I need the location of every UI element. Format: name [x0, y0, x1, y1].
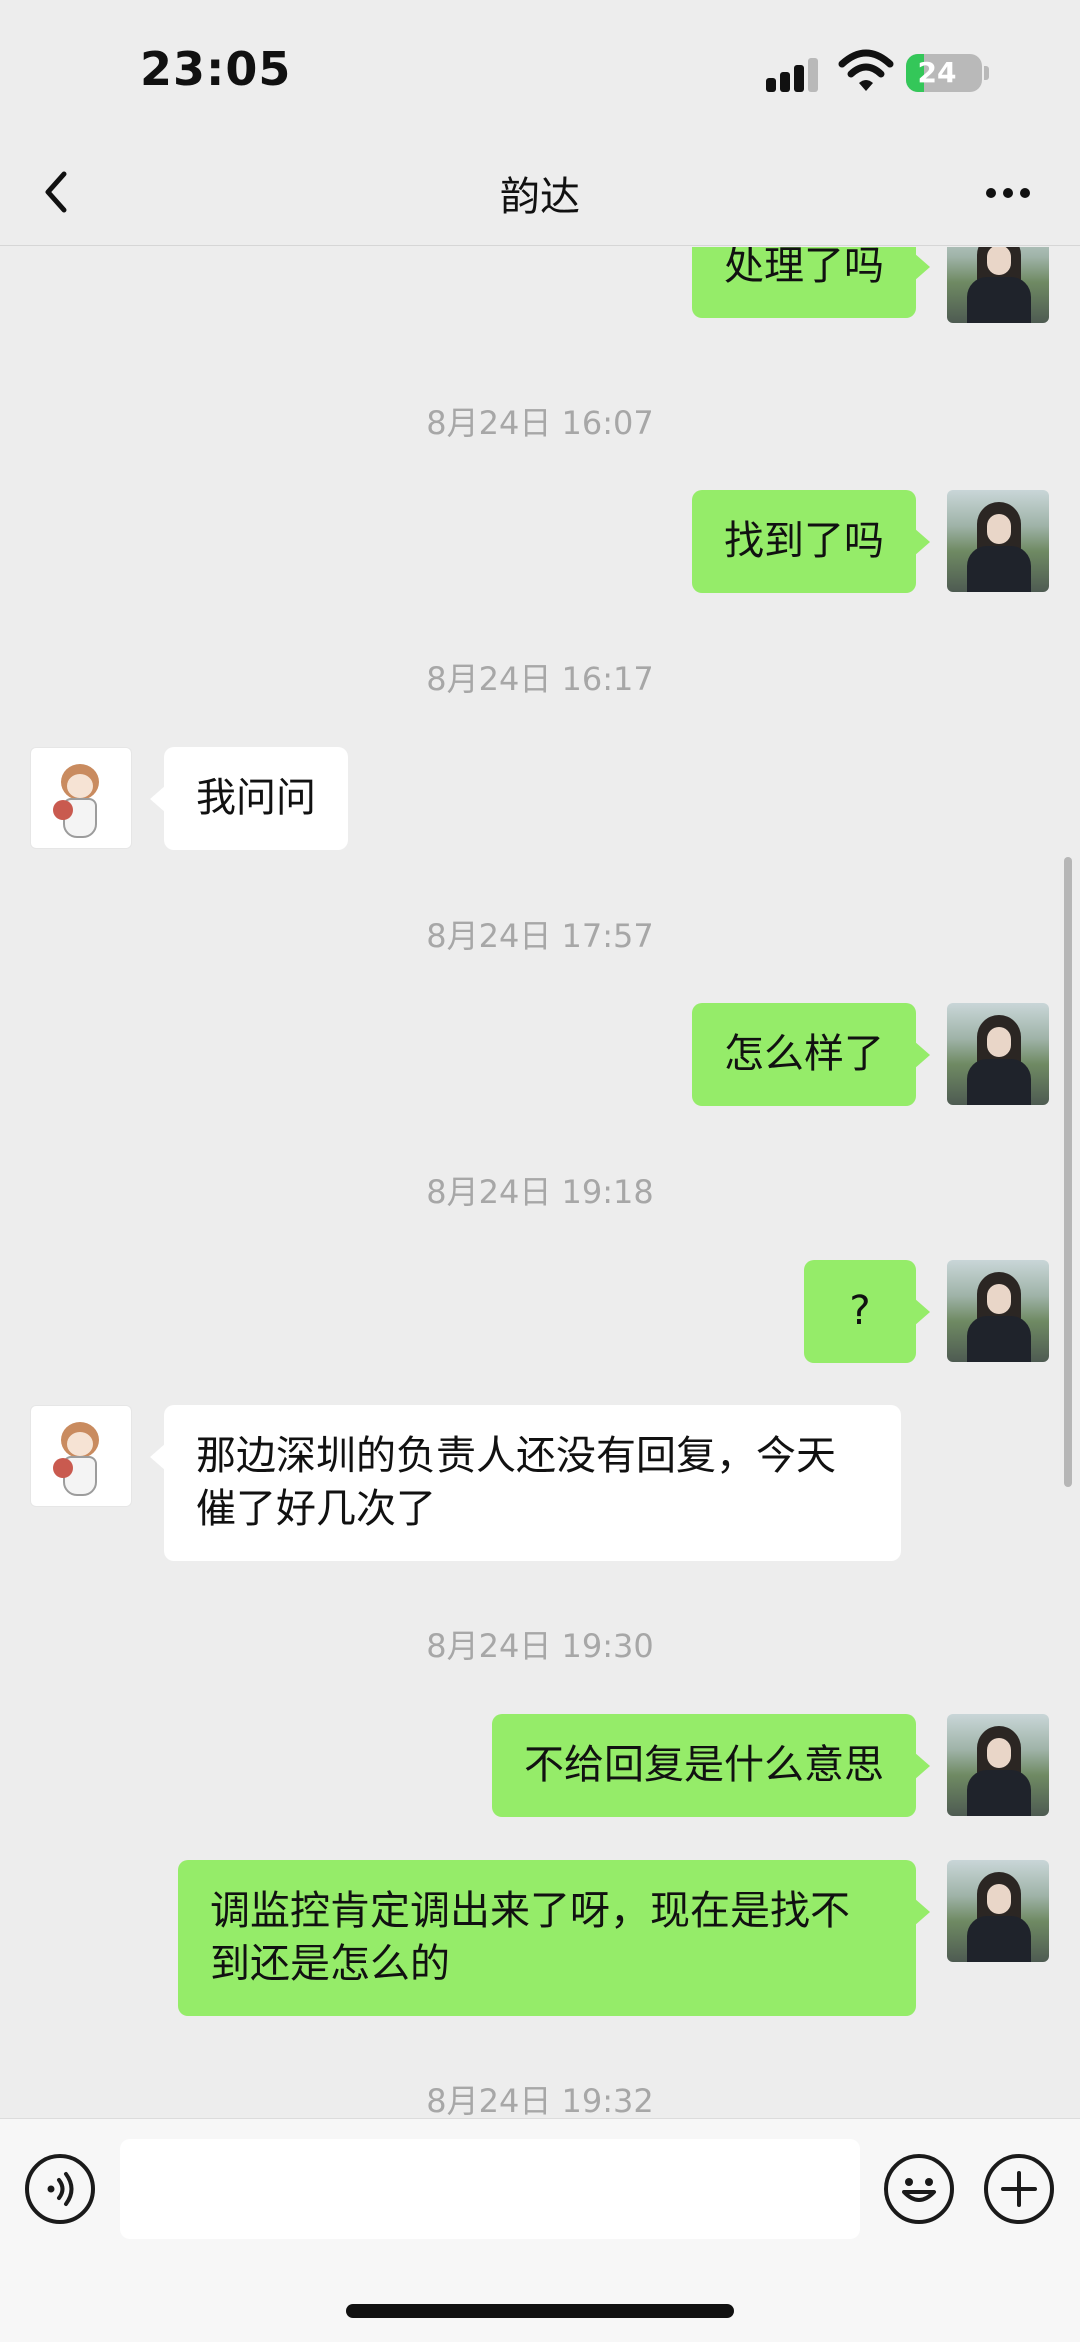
message-timestamp: 8月24日 19:30 — [426, 1627, 654, 1665]
cellular-signal-icon — [766, 58, 822, 92]
more-options-button[interactable] — [978, 170, 1038, 214]
message-timestamp: 8月24日 16:17 — [426, 660, 654, 698]
contact-avatar[interactable] — [30, 747, 132, 849]
message-bubble-sent[interactable]: 调监控肯定调出来了呀，现在是找不到还是怎么的 — [178, 1860, 930, 2016]
voice-icon[interactable] — [25, 2154, 95, 2224]
my-avatar[interactable] — [947, 1003, 1049, 1105]
message-input[interactable] — [120, 2139, 860, 2239]
battery-cap — [984, 66, 989, 80]
message-timestamp: 8月24日 19:18 — [426, 1173, 654, 1211]
message-bubble-sent[interactable]: 不给回复是什么意思 — [492, 1714, 930, 1817]
message-bubble-sent[interactable]: 怎么样了 — [692, 1003, 930, 1106]
my-avatar[interactable] — [947, 247, 1049, 323]
emoji-icon[interactable] — [884, 2154, 954, 2224]
contact-avatar[interactable] — [30, 1405, 132, 1507]
nav-bar: 韵达 — [0, 140, 1080, 246]
wifi-icon — [838, 49, 894, 91]
message-timestamp: 8月24日 16:07 — [426, 404, 654, 442]
message-timestamp: 8月24日 19:32 — [426, 2082, 654, 2118]
message-timestamp: 8月24日 17:57 — [426, 917, 654, 955]
plus-icon[interactable] — [984, 2154, 1054, 2224]
message-bubble-sent[interactable]: 处理了吗 — [692, 247, 930, 318]
message-bubble-sent[interactable]: 找到了吗 — [692, 490, 930, 593]
my-avatar[interactable] — [947, 1714, 1049, 1816]
chat-scrollbar[interactable] — [1064, 857, 1072, 1487]
status-time: 23:05 — [140, 42, 292, 96]
message-bubble-received[interactable]: 我问问 — [150, 747, 348, 850]
chat-title: 韵达 — [500, 174, 580, 220]
battery-icon: 24 — [906, 54, 982, 92]
my-avatar[interactable] — [947, 1260, 1049, 1362]
message-bubble-sent[interactable]: ? — [804, 1260, 930, 1363]
status-bar: 23:05 24 — [0, 0, 1080, 140]
battery-percent: 24 — [917, 56, 957, 89]
message-bubble-received[interactable]: 那边深圳的负责人还没有回复，今天催了好几次了 — [150, 1405, 901, 1561]
home-indicator[interactable] — [346, 2304, 734, 2318]
my-avatar[interactable] — [947, 1860, 1049, 1962]
my-avatar[interactable] — [947, 490, 1049, 592]
chat-history[interactable]: 处理了吗 8月24日 16:07 找到了吗 8月24日 16:17 我问问 8月… — [0, 247, 1080, 2118]
